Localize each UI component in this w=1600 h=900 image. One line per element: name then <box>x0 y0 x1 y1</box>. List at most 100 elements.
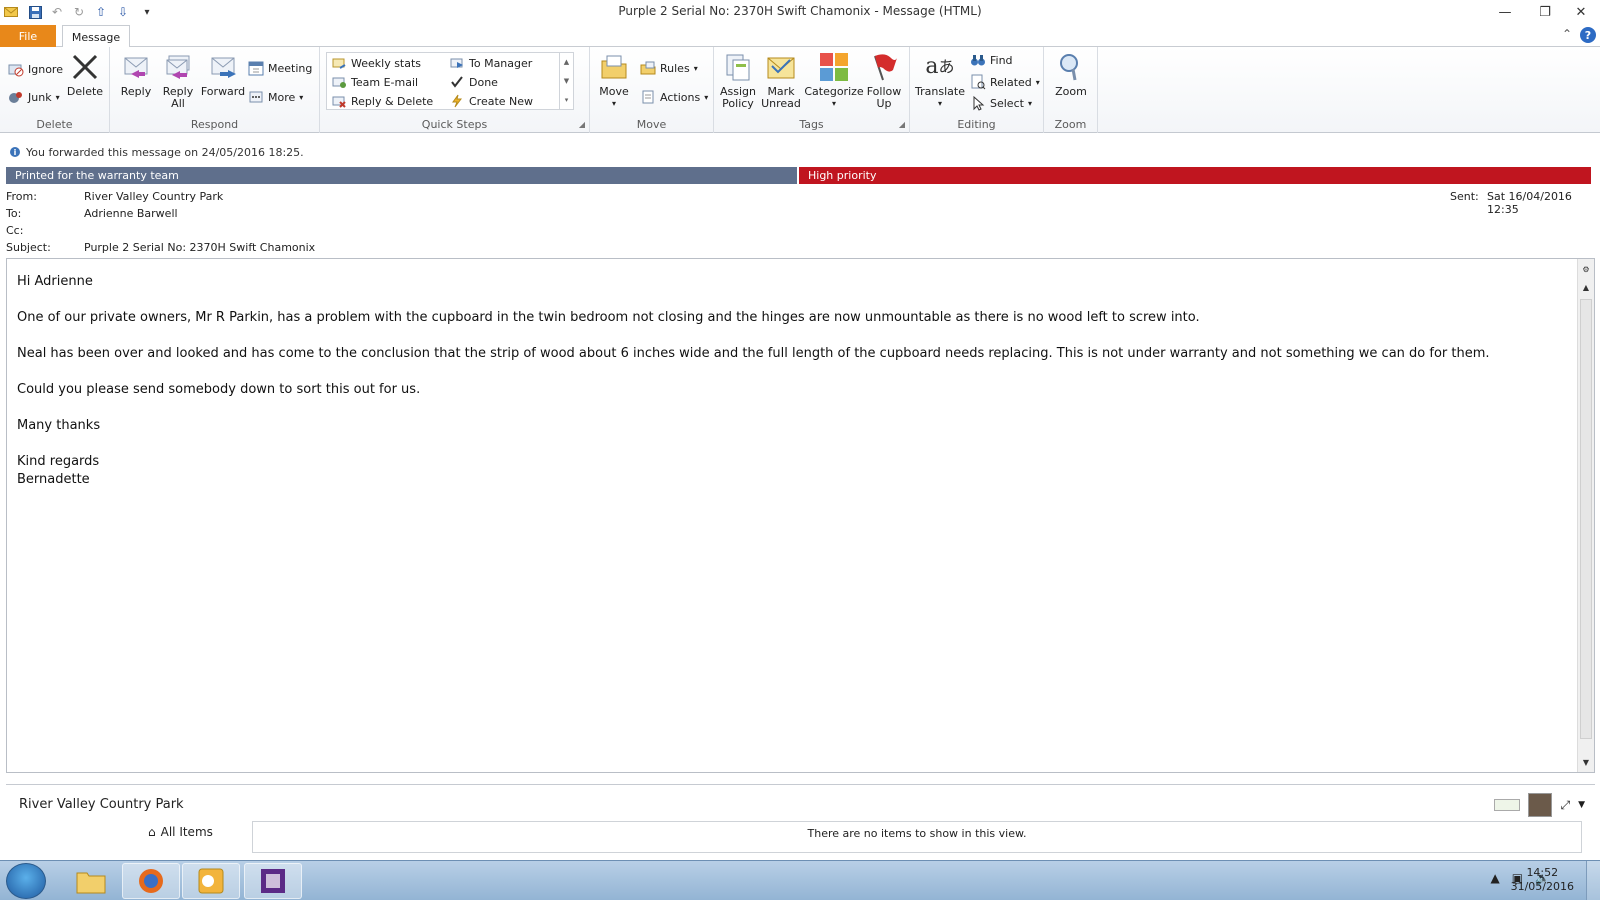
zoom-button[interactable]: Zoom <box>1050 51 1092 98</box>
expand-gallery-icon[interactable]: ▾ <box>565 96 569 104</box>
more-respond-button[interactable]: More ▾ <box>248 89 303 105</box>
quick-step-weekly-stats[interactable]: Weekly stats <box>331 55 421 71</box>
scroll-up-icon[interactable]: ▲ <box>564 58 569 66</box>
quick-steps-gallery: Weekly stats To Manager Team E-mail Done… <box>326 52 574 110</box>
avatar[interactable] <box>1528 793 1553 817</box>
reply-all-label-2: All <box>171 97 185 110</box>
chevron-down-icon: ▾ <box>693 63 698 73</box>
tags-group-label: Tags <box>799 118 824 131</box>
subject-value: Purple 2 Serial No: 2370H Swift Chamonix <box>84 241 316 254</box>
meeting-button[interactable]: Meeting <box>248 60 312 76</box>
mark-unread-button[interactable]: Mark Unread <box>760 51 802 110</box>
people-pane-name[interactable]: River Valley Country Park <box>19 797 184 812</box>
flag-icon <box>868 51 900 83</box>
chevron-down-icon: ▾ <box>611 99 616 108</box>
quick-step-label: To Manager <box>469 56 533 70</box>
categorize-button[interactable]: Categorize ▾ <box>804 51 864 110</box>
move-button[interactable]: Move ▾ <box>596 51 632 110</box>
ignore-button[interactable]: Ignore <box>8 61 63 77</box>
info-bar: i You forwarded this message on 24/05/20… <box>0 143 1600 161</box>
lightning-icon <box>449 93 465 109</box>
expand-icon[interactable]: ⤢ <box>1560 798 1570 813</box>
tab-message[interactable]: Message <box>62 25 130 48</box>
follow-up-label-2: Up <box>876 97 892 110</box>
all-items-label: All Items <box>160 825 213 839</box>
ribbon: Ignore Junk ▾ Delete Delete Reply Reply … <box>0 47 1600 133</box>
restore-button[interactable]: ❐ <box>1532 2 1558 22</box>
show-desktop-button[interactable] <box>1586 861 1600 900</box>
minimize-button[interactable]: — <box>1492 2 1518 22</box>
assign-policy-label-2: Policy <box>722 97 754 110</box>
app-taskbar-icon[interactable] <box>244 863 302 899</box>
clock[interactable]: 14:52 31/05/2016 <box>1511 866 1574 894</box>
scroll-down-icon[interactable]: ▼ <box>1578 754 1594 770</box>
page-settings-icon[interactable]: ⚙ <box>1578 261 1594 277</box>
category-bar-warranty: Printed for the warranty team <box>6 167 797 184</box>
outlook-taskbar-icon[interactable] <box>182 863 240 899</box>
actions-label: Actions <box>660 90 701 104</box>
reply-button[interactable]: Reply <box>116 51 156 98</box>
chevron-down-icon: ▾ <box>937 99 942 108</box>
quick-step-to-manager[interactable]: To Manager <box>449 55 532 71</box>
from-value[interactable]: River Valley Country Park <box>84 190 223 203</box>
zoom-label: Zoom <box>1055 85 1087 98</box>
sent-value: Sat 16/04/2016 12:35 <box>1487 190 1572 216</box>
explorer-taskbar-icon[interactable] <box>62 863 120 899</box>
collapse-pane-icon[interactable]: ▼ <box>1578 800 1585 810</box>
delete-group-label: Delete <box>36 118 73 131</box>
follow-up-button[interactable]: Follow Up <box>864 51 904 110</box>
people-pane: River Valley Country Park ⌂ All Items Th… <box>6 784 1595 854</box>
find-button[interactable]: Find <box>970 52 1013 68</box>
translate-button[interactable]: aあ Translate ▾ <box>914 51 966 110</box>
rules-button[interactable]: Rules ▾ <box>640 60 698 76</box>
show-hidden-icons[interactable]: ▲ <box>1490 871 1499 885</box>
quick-step-create-new[interactable]: Create New <box>449 93 533 109</box>
cc-label: Cc: <box>6 224 24 237</box>
signature-text: Bernadette <box>17 472 90 487</box>
greeting-text: Hi Adrienne <box>17 274 93 289</box>
help-icon[interactable]: ? <box>1580 27 1596 43</box>
forward-button[interactable]: Forward <box>200 51 246 98</box>
ignore-icon <box>8 61 24 77</box>
translate-label: Translate <box>915 85 965 98</box>
magnifier-icon <box>1055 51 1087 83</box>
find-label: Find <box>990 53 1013 67</box>
envelope-icon <box>765 51 797 83</box>
related-label: Related <box>990 75 1032 89</box>
quick-step-team-email[interactable]: Team E-mail <box>331 74 418 90</box>
minimize-ribbon-icon[interactable]: ⌃ <box>1562 27 1572 43</box>
quick-steps-scroll[interactable]: ▲ ▼ ▾ <box>559 53 573 109</box>
zoom-group: Zoom Zoom <box>1044 47 1098 133</box>
junk-button[interactable]: Junk ▾ <box>8 89 60 105</box>
related-button[interactable]: Related ▾ <box>970 74 1040 90</box>
to-value[interactable]: Adrienne Barwell <box>84 207 178 220</box>
empty-list-text: There are no items to show in this view. <box>807 827 1027 840</box>
assign-policy-button[interactable]: Assign Policy <box>718 51 758 110</box>
all-items-link[interactable]: ⌂ All Items <box>148 825 213 839</box>
start-button[interactable] <box>6 863 46 899</box>
reply-icon <box>120 51 152 83</box>
body-paragraph: Many thanks <box>17 418 101 433</box>
scroll-down-icon[interactable]: ▼ <box>564 77 569 85</box>
body-scrollbar[interactable]: ⚙ ▲ ▼ <box>1577 259 1594 772</box>
social-connector-icon[interactable] <box>1494 799 1521 811</box>
delete-button[interactable]: Delete <box>66 51 104 98</box>
firefox-taskbar-icon[interactable] <box>122 863 180 899</box>
cursor-icon <box>970 95 986 111</box>
select-button[interactable]: Select ▾ <box>970 95 1032 111</box>
tab-file[interactable]: File <box>0 25 56 47</box>
scroll-up-icon[interactable]: ▲ <box>1578 279 1594 295</box>
message-body[interactable]: Hi Adrienne One of our private owners, M… <box>6 258 1595 773</box>
quick-step-done[interactable]: Done <box>449 74 498 90</box>
reply-all-button[interactable]: Reply All <box>158 51 198 110</box>
translate-icon: aあ <box>925 54 955 79</box>
quick-step-reply-delete[interactable]: Reply & Delete <box>331 93 433 109</box>
actions-button[interactable]: Actions ▾ <box>640 89 708 105</box>
binoculars-icon <box>970 52 986 68</box>
scroll-thumb[interactable] <box>1580 299 1592 739</box>
quick-step-label: Done <box>469 75 498 89</box>
close-button[interactable]: ✕ <box>1568 2 1594 22</box>
quick-steps-group: Weekly stats To Manager Team E-mail Done… <box>320 47 590 133</box>
priority-bar: High priority <box>799 167 1591 184</box>
clock-time: 14:52 <box>1526 866 1559 879</box>
